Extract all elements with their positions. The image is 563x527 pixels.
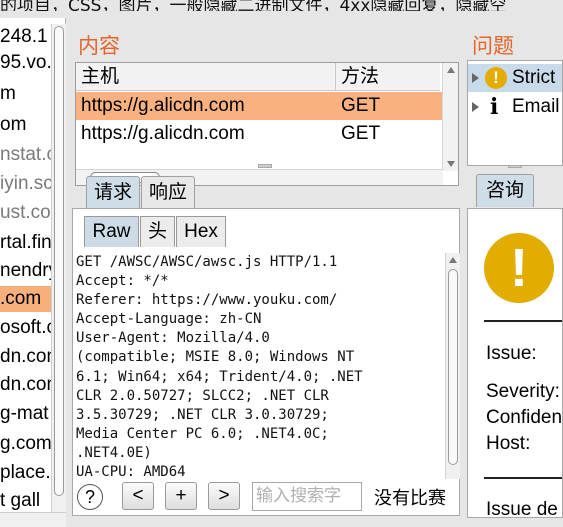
raw-text-vertical-scrollbar[interactable] xyxy=(445,253,460,479)
issue-item[interactable]: ! Strict xyxy=(468,64,562,92)
issue-item[interactable]: i Email xyxy=(468,93,562,121)
table-row[interactable]: https://g.alicdn.com GET xyxy=(76,120,443,148)
pane-resize-grip[interactable] xyxy=(258,164,272,168)
tab-hex[interactable]: Hex xyxy=(176,216,226,247)
raw-line: 6.1; Win64; x64; Trident/4.0; .NET xyxy=(76,368,363,385)
filter-summary-banner[interactable]: 的项目，CSS，图片，一般隐藏二进制文件，4xx隐藏回复，隐藏空 xyxy=(0,0,563,11)
tab-request[interactable]: 请求 xyxy=(86,176,140,209)
add-button[interactable]: + xyxy=(165,482,197,510)
column-header-host[interactable]: 主机 xyxy=(76,63,336,91)
issues-list: ! Strict i Email xyxy=(467,60,563,166)
content-section-title: 内容 xyxy=(78,35,120,58)
raw-line: .NET4.0E) xyxy=(76,444,152,461)
advisory-panel: ! Issue: Severity: Confiden Host: Issue … xyxy=(467,208,563,518)
host-list-vertical-scrollbar[interactable] xyxy=(51,24,66,512)
help-button[interactable]: ? xyxy=(77,484,103,510)
host-label: Host: xyxy=(486,433,531,454)
table-vertical-scrollbar[interactable] xyxy=(442,63,458,171)
issues-section-title: 问题 xyxy=(472,35,514,58)
table-cell-method: GET xyxy=(341,123,381,144)
tab-advisory[interactable]: 咨询 xyxy=(476,174,534,207)
severity-label: Severity: xyxy=(486,381,560,402)
table-cell-host: https://g.alicdn.com xyxy=(81,95,245,116)
tab-raw[interactable]: Raw xyxy=(84,216,139,247)
tab-response[interactable]: 响应 xyxy=(141,176,195,209)
info-icon: i xyxy=(490,94,499,120)
confidence-label: Confiden xyxy=(486,407,563,428)
raw-line: (compatible; MSIE 8.0; Windows NT xyxy=(76,349,355,366)
raw-line: GET /AWSC/AWSC/awsc.js HTTP/1.1 xyxy=(76,254,338,270)
divider xyxy=(484,320,562,322)
raw-line: UA-CPU: AMD64 xyxy=(76,464,186,477)
scrollbar-thumb[interactable] xyxy=(448,269,458,465)
issue-label: Email xyxy=(512,96,560,117)
warning-icon: ! xyxy=(484,233,554,303)
raw-line: CLR 2.0.50727; SLCC2; .NET CLR xyxy=(76,387,329,404)
issue-label: Issue: xyxy=(486,343,537,364)
raw-line: Accept-Language: zh-CN xyxy=(76,311,262,328)
warning-icon: ! xyxy=(485,67,507,89)
content-panel: 内容 主机 方法 https://g.alicdn.com GET https:… xyxy=(70,24,462,186)
previous-match-button[interactable]: < xyxy=(122,482,154,510)
table-row-selected[interactable]: https://g.alicdn.com GET xyxy=(76,92,443,120)
search-input[interactable]: 输入搜索字 xyxy=(252,482,362,511)
raw-line: Media Center PC 6.0; .NET4.0C; xyxy=(76,425,329,442)
scroll-up-arrow-icon[interactable] xyxy=(449,257,457,263)
table-cell-host: https://g.alicdn.com xyxy=(81,123,245,144)
expand-arrow-icon[interactable] xyxy=(472,102,479,112)
raw-line: 3.5.30729; .NET CLR 3.0.30729; xyxy=(76,406,329,423)
divider xyxy=(484,477,562,479)
table-cell-method: GET xyxy=(341,95,381,116)
raw-request-text[interactable]: GET /AWSC/AWSC/awsc.js HTTP/1.1 Accept: *… xyxy=(74,253,444,477)
scrollbar-thumb[interactable] xyxy=(54,26,64,496)
issue-detail-label: Issue de xyxy=(486,499,558,518)
raw-line: User-Agent: Mozilla/4.0 xyxy=(76,330,270,347)
next-match-button[interactable]: > xyxy=(208,482,240,510)
issue-label: Strict xyxy=(512,67,556,88)
host-list-horizontal-scrollbar[interactable] xyxy=(0,512,66,527)
raw-line: Referer: https://www.youku.com/ xyxy=(76,292,338,309)
scroll-down-arrow-icon[interactable] xyxy=(447,161,455,167)
scroll-up-arrow-icon[interactable] xyxy=(447,67,455,73)
raw-line: Accept: */* xyxy=(76,273,169,290)
match-status: 没有比赛 xyxy=(374,488,446,509)
column-header-method[interactable]: 方法 xyxy=(336,63,440,91)
tab-headers[interactable]: 头 xyxy=(140,216,175,247)
expand-arrow-icon[interactable] xyxy=(472,73,479,83)
